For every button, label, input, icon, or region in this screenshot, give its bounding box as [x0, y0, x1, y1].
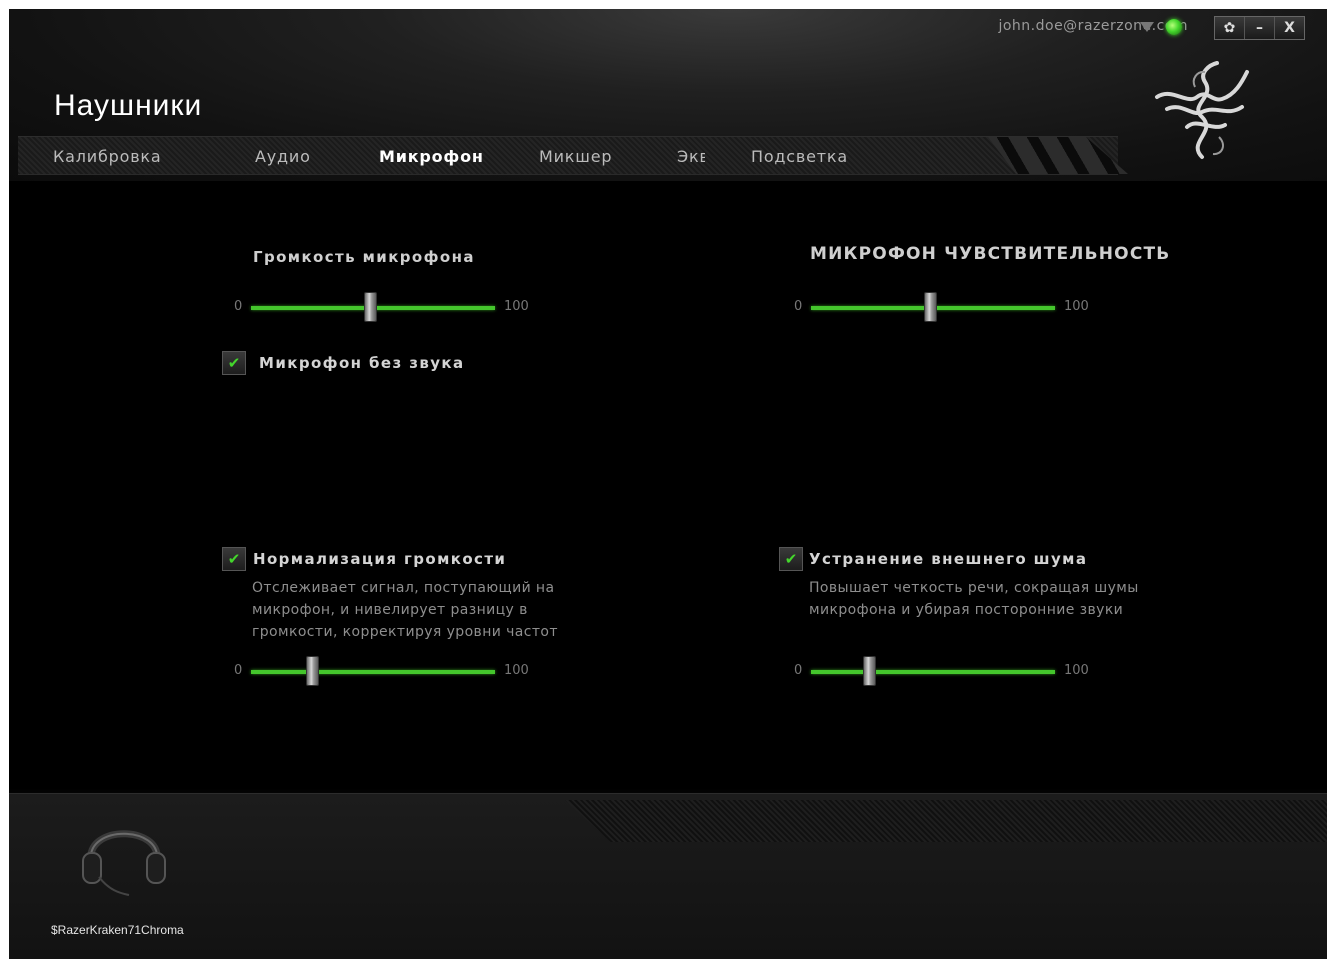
- slider-thumb[interactable]: [924, 292, 938, 322]
- mic-volume-slider[interactable]: 0 100: [234, 292, 554, 322]
- tab-lighting[interactable]: Подсветка: [751, 147, 848, 166]
- slider-max-label: 100: [504, 663, 529, 678]
- description-line: Повышает четкость речи, сокращая шумы: [809, 580, 1139, 596]
- check-icon: ✔: [227, 354, 241, 372]
- mic-sensitivity-slider[interactable]: 0 100: [794, 292, 1114, 322]
- mic-mute-label: Микрофон без звука: [259, 354, 465, 372]
- slider-track[interactable]: [811, 670, 1055, 674]
- tab-mixer[interactable]: Микшер: [539, 147, 612, 166]
- page-title: Наушники: [54, 89, 203, 122]
- footer-texture: [565, 800, 1327, 842]
- settings-button[interactable]: ✿: [1215, 17, 1244, 39]
- headset-icon[interactable]: [79, 805, 169, 905]
- volume-normalization-slider[interactable]: 0 100: [234, 656, 554, 686]
- noise-cancellation-description: Повышает четкость речи, сокращая шумы ми…: [809, 577, 1139, 621]
- slider-min-label: 0: [794, 299, 803, 314]
- tab-microphone[interactable]: Микрофон: [379, 147, 484, 166]
- noise-cancellation-slider[interactable]: 0 100: [794, 656, 1114, 686]
- noise-cancellation-label: Устранение внешнего шума: [809, 550, 1088, 568]
- app-window: john.doe@razerzone.com ✿ – X Наушники Ка…: [9, 9, 1327, 959]
- minimize-button[interactable]: –: [1244, 17, 1274, 39]
- check-icon: ✔: [784, 550, 798, 568]
- description-line: громкости, корректируя уровни частот: [252, 624, 558, 640]
- check-icon: ✔: [227, 550, 241, 568]
- device-name[interactable]: $RazerKraken71Chroma: [51, 923, 184, 937]
- volume-normalization-description: Отслеживает сигнал, поступающий на микро…: [252, 577, 558, 643]
- account-email[interactable]: john.doe@razerzone.com: [998, 18, 1188, 34]
- description-line: микрофона и убирая посторонние звуки: [809, 602, 1124, 618]
- window-controls: ✿ – X: [1214, 16, 1305, 40]
- volume-normalization-label: Нормализация громкости: [253, 550, 507, 568]
- mic-sensitivity-title: МИКРОФОН ЧУВСТВИТЕЛЬНОСТЬ: [810, 244, 1171, 264]
- slider-thumb[interactable]: [364, 292, 378, 322]
- account-dropdown-icon[interactable]: [1140, 22, 1154, 32]
- slider-min-label: 0: [794, 663, 803, 678]
- slider-thumb[interactable]: [305, 656, 319, 686]
- mic-volume-title: Громкость микрофона: [253, 248, 475, 266]
- tab-audio[interactable]: Аудио: [255, 147, 311, 166]
- slider-max-label: 100: [1064, 663, 1089, 678]
- status-dot-icon: [1166, 19, 1182, 35]
- slider-min-label: 0: [234, 663, 243, 678]
- mic-mute-checkbox[interactable]: ✔: [222, 351, 246, 375]
- razer-snake-logo-icon: [1155, 61, 1249, 159]
- volume-normalization-checkbox[interactable]: ✔: [222, 547, 246, 571]
- noise-cancellation-checkbox[interactable]: ✔: [779, 547, 803, 571]
- close-button[interactable]: X: [1274, 17, 1304, 39]
- slider-max-label: 100: [504, 299, 529, 314]
- description-line: микрофон, и нивелирует разницу в: [252, 602, 528, 618]
- slider-thumb[interactable]: [863, 656, 877, 686]
- tab-calibration[interactable]: Калибровка: [53, 147, 162, 166]
- slider-track[interactable]: [251, 670, 495, 674]
- description-line: Отслеживает сигнал, поступающий на: [252, 580, 555, 596]
- tab-equalizer[interactable]: Экв: [677, 147, 705, 166]
- slider-max-label: 100: [1064, 299, 1089, 314]
- slider-min-label: 0: [234, 299, 243, 314]
